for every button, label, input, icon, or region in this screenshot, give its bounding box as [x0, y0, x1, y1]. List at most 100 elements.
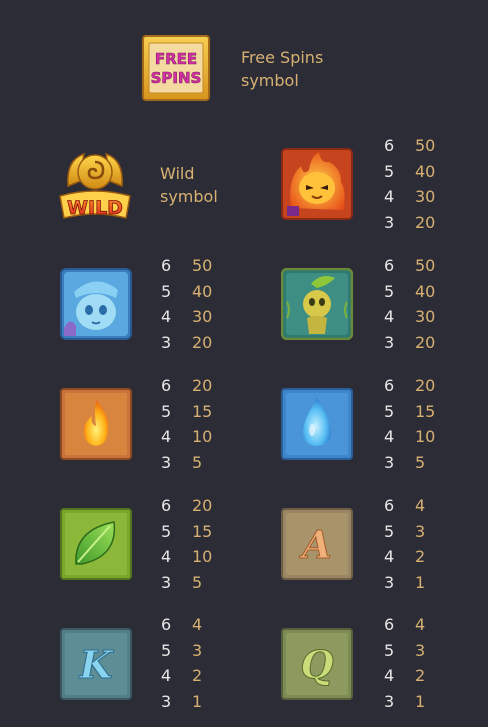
paytable-row: 5 40 [161, 279, 212, 305]
payout-value: 20 [192, 376, 213, 395]
payout-value: 20 [192, 332, 213, 352]
paytable-row: 5 15 [384, 399, 435, 425]
paytable-row: 42 [384, 663, 425, 689]
paytable-row: 31 [384, 689, 425, 715]
payout-count: 6 [161, 615, 172, 634]
paytable-row: 35 [384, 450, 435, 476]
paytable-row: 5 15 [161, 519, 212, 545]
payout-value: 10 [192, 427, 213, 446]
paytable-row: 53 [384, 519, 425, 545]
water-drop-paytable: 6 20 5 15 4 10 35 [384, 373, 435, 475]
paytable-row: 35 [161, 570, 212, 596]
payout-count: 5 [161, 281, 172, 301]
paytable-row: 6 20 [161, 493, 212, 519]
payout-count: 6 [161, 496, 172, 515]
payout-count: 4 [384, 427, 395, 446]
payout-count: 5 [384, 401, 395, 421]
payout-count: 3 [384, 691, 395, 711]
payout-count: 4 [161, 307, 172, 326]
payout-count: 5 [384, 521, 395, 541]
payout-count: 4 [161, 666, 172, 685]
fire-paytable: 6 20 5 15 4 10 3 5 [161, 373, 212, 475]
letter-k-symbol-icon: K [60, 628, 132, 700]
payout-value: 10 [415, 427, 436, 446]
wild-symbol-icon: WILD [54, 146, 136, 222]
leaf-symbol-icon [60, 508, 132, 580]
payout-value: 4 [415, 615, 426, 634]
fire-spirit-symbol-icon [281, 148, 353, 220]
payout-value: 20 [192, 496, 213, 515]
free-spins-label-line1: Free Spins [241, 48, 324, 67]
paytable-row: 5 15 [161, 399, 212, 425]
payout-value: 50 [415, 256, 436, 275]
payout-count: 4 [384, 307, 395, 326]
paytable-row: 4 10 [161, 424, 212, 450]
paytable-row: 4 30 [161, 304, 212, 330]
payout-count: 6 [161, 376, 172, 395]
payout-count: 5 [384, 640, 395, 660]
fire-symbol-icon [60, 388, 132, 460]
letter-a-paytable: 64 53 42 31 [384, 493, 425, 595]
fire-spirit-paytable: 6 50 5 40 4 30 3 20 [384, 133, 435, 235]
payout-count: 4 [384, 666, 395, 685]
paytable-row: 4 10 [161, 544, 212, 570]
payout-value: 15 [192, 401, 213, 421]
payout-value: 30 [415, 187, 436, 206]
payout-count: 5 [161, 401, 172, 421]
water-spirit-paytable: 6 50 5 40 4 30 3 20 [161, 253, 212, 355]
payout-count: 3 [161, 572, 172, 592]
payout-count: 4 [161, 547, 172, 566]
payout-value: 1 [415, 691, 426, 711]
payout-count: 4 [384, 547, 395, 566]
paytable-row: 5 40 [384, 279, 435, 305]
payout-value: 4 [415, 496, 426, 515]
wild-label-line2: symbol [160, 187, 218, 206]
payout-count: 3 [384, 452, 395, 472]
wild-icon-text: WILD [67, 197, 123, 219]
payout-value: 2 [415, 666, 426, 685]
payout-count: 3 [161, 452, 172, 472]
payout-value: 30 [192, 307, 213, 326]
letter-q-glyph: Q [300, 642, 333, 687]
payout-count: 6 [384, 615, 395, 634]
payout-value: 50 [192, 256, 213, 275]
payout-count: 5 [384, 161, 395, 181]
payout-value: 15 [192, 521, 213, 541]
payout-value: 2 [192, 666, 203, 685]
paytable-row: 64 [384, 493, 425, 519]
payout-count: 3 [384, 572, 395, 592]
free-spins-symbol-icon: FREE SPINS [140, 32, 212, 104]
paytable-row: 64 [384, 612, 425, 638]
paytable-row: 53 [384, 638, 425, 664]
letter-k-paytable: 64 53 42 31 [161, 612, 202, 714]
paytable-row: 6 20 [384, 373, 435, 399]
payout-count: 3 [161, 332, 172, 352]
payout-value: 1 [192, 691, 203, 711]
paytable-row: 4 10 [384, 424, 435, 450]
paytable-row: 53 [161, 638, 202, 664]
leaf-spirit-paytable: 6 50 5 40 4 30 3 20 [384, 253, 435, 355]
water-drop-symbol-icon [281, 388, 353, 460]
payout-value: 40 [415, 281, 436, 301]
paytable-row: 6 20 [161, 373, 212, 399]
free-spins-icon-text-2: SPINS [151, 69, 202, 87]
paytable-row: 3 20 [384, 210, 435, 236]
leaf-paytable: 6 20 5 15 4 10 35 [161, 493, 212, 595]
free-spins-label-line2: symbol [241, 71, 299, 90]
paytable-row: 42 [384, 544, 425, 570]
paytable-row: 64 [161, 612, 202, 638]
letter-k-glyph: K [78, 642, 114, 687]
payout-value: 30 [415, 307, 436, 326]
payout-count: 5 [161, 521, 172, 541]
paytable-row: 4 30 [384, 304, 435, 330]
paytable-row: 5 40 [384, 159, 435, 185]
paytable-row: 42 [161, 663, 202, 689]
payout-value: 40 [192, 281, 213, 301]
payout-value: 10 [192, 547, 213, 566]
paytable-row: 6 50 [384, 253, 435, 279]
payout-value: 20 [415, 332, 436, 352]
paytable-row: 31 [384, 570, 425, 596]
free-spins-icon-text-1: FREE [155, 50, 197, 68]
leaf-spirit-symbol-icon [281, 268, 353, 340]
payout-count: 6 [384, 136, 395, 155]
